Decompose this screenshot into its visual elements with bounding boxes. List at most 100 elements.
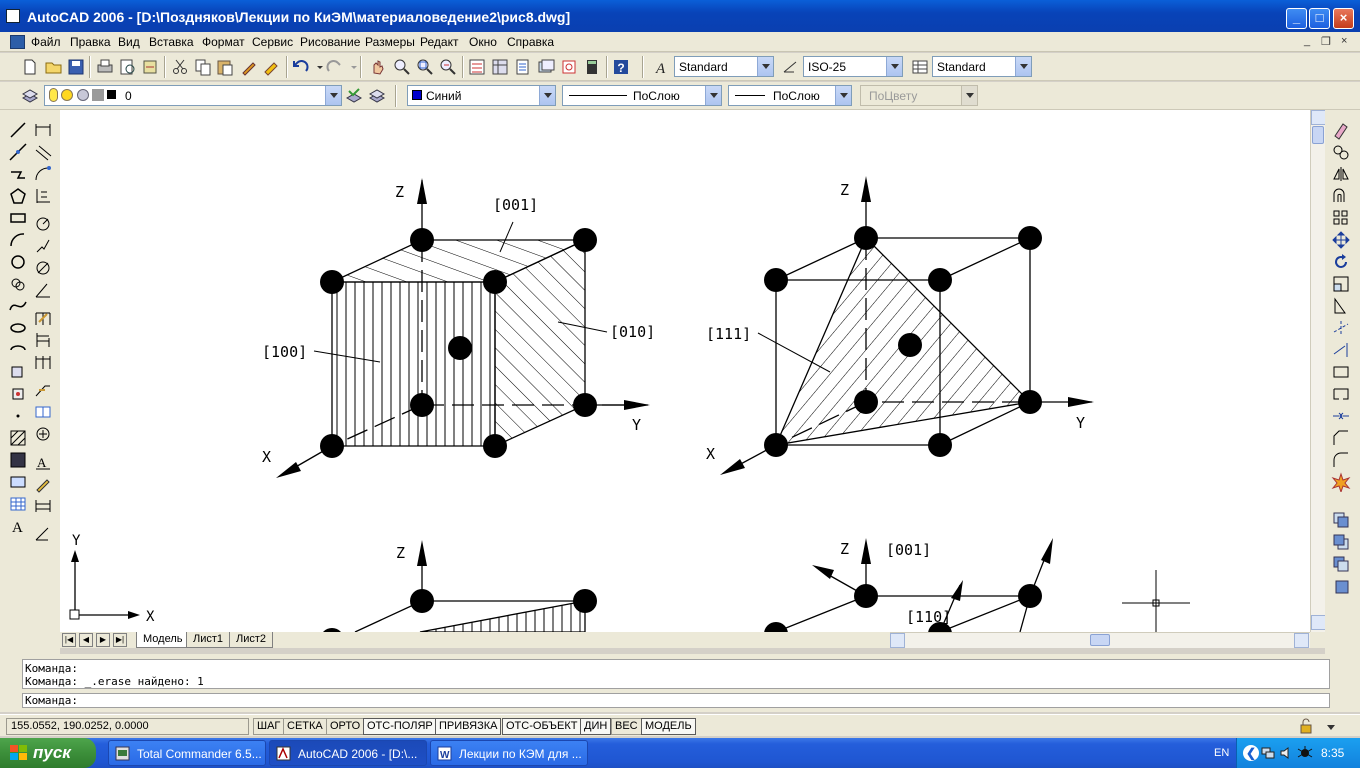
doc-close-button[interactable]: × xyxy=(1341,35,1347,47)
color-select[interactable]: Синий xyxy=(407,85,556,106)
first-tab-icon[interactable]: |◀ xyxy=(62,633,76,647)
zoom-previous-icon[interactable] xyxy=(438,57,458,77)
new-icon[interactable] xyxy=(20,57,40,77)
next-tab-icon[interactable]: ▶ xyxy=(96,633,110,647)
plot-icon[interactable] xyxy=(95,57,115,77)
tool-palettes-icon[interactable] xyxy=(513,57,533,77)
toggle-ortho[interactable]: ОРТО xyxy=(326,718,365,735)
redo-dropdown-icon[interactable] xyxy=(344,57,357,77)
doc-minimize-button[interactable]: _ xyxy=(1304,35,1310,47)
block-editor-icon[interactable] xyxy=(262,57,282,77)
toggle-snap[interactable]: ШАГ xyxy=(253,718,285,735)
save-icon[interactable] xyxy=(66,57,86,77)
arc-length-icon[interactable] xyxy=(33,164,55,184)
task-autocad[interactable]: AutoCAD 2006 - [D:\... xyxy=(269,740,427,766)
minimize-button[interactable]: _ xyxy=(1286,8,1307,29)
erase-icon[interactable] xyxy=(1331,120,1353,140)
start-button[interactable]: пуск xyxy=(0,738,96,768)
zoom-window-icon[interactable] xyxy=(415,57,435,77)
radius-dimension-icon[interactable] xyxy=(33,214,55,234)
copy-icon[interactable] xyxy=(193,57,213,77)
center-mark-icon[interactable] xyxy=(33,424,55,444)
dimension-edit-icon[interactable]: A xyxy=(33,452,55,472)
dimension-update-icon[interactable] xyxy=(33,496,55,516)
explode-icon[interactable] xyxy=(1331,472,1353,494)
diameter-dimension-icon[interactable] xyxy=(33,258,55,278)
menu-dimension[interactable]: Размеры xyxy=(365,35,415,49)
antivirus-spider-icon[interactable] xyxy=(1297,745,1313,761)
linear-dimension-icon[interactable] xyxy=(33,120,55,140)
make-block-icon[interactable] xyxy=(8,384,30,404)
toggle-osnap[interactable]: ПРИВЯЗКА xyxy=(435,718,502,735)
ellipse-arc-icon[interactable] xyxy=(8,340,30,360)
extend-icon[interactable] xyxy=(1331,340,1353,360)
break-at-point-icon[interactable] xyxy=(1331,362,1353,382)
aligned-dimension-icon[interactable] xyxy=(33,142,55,162)
line-icon[interactable] xyxy=(8,120,30,140)
continue-dimension-icon[interactable] xyxy=(33,352,55,372)
trim-icon[interactable] xyxy=(1331,318,1353,338)
region-icon[interactable] xyxy=(8,472,30,492)
construction-line-icon[interactable] xyxy=(8,142,30,162)
layer-manager-icon[interactable] xyxy=(20,86,40,106)
rectangle-icon[interactable] xyxy=(8,208,30,228)
task-word-lectures[interactable]: W Лекции по КЭМ для ... xyxy=(430,740,588,766)
draworder-under-icon[interactable] xyxy=(1331,576,1353,596)
toggle-model-space[interactable]: МОДЕЛЬ xyxy=(641,718,696,735)
menu-window[interactable]: Окно xyxy=(469,35,497,49)
status-menu-icon[interactable] xyxy=(1326,721,1336,731)
join-icon[interactable] xyxy=(1331,406,1353,426)
markup-icon[interactable] xyxy=(559,57,579,77)
autocad-app-icon[interactable] xyxy=(6,9,20,23)
sheet-set-icon[interactable] xyxy=(536,57,556,77)
menu-edit[interactable]: Правка xyxy=(70,35,111,49)
zoom-realtime-icon[interactable] xyxy=(392,57,412,77)
language-indicator[interactable]: EN xyxy=(1214,747,1229,759)
pan-icon[interactable] xyxy=(368,57,388,77)
polygon-icon[interactable] xyxy=(8,186,30,206)
draworder-above-icon[interactable] xyxy=(1331,554,1353,574)
match-properties-icon[interactable] xyxy=(239,57,259,77)
scale-icon[interactable] xyxy=(1331,274,1353,294)
stretch-icon[interactable] xyxy=(1331,296,1353,316)
move-icon[interactable] xyxy=(1331,230,1353,250)
tab-model[interactable]: Модель xyxy=(136,632,190,648)
menu-tools[interactable]: Сервис xyxy=(252,35,293,49)
vertical-scroll-thumb[interactable] xyxy=(1312,126,1324,144)
tray-expand-icon[interactable]: ❮ xyxy=(1243,745,1259,761)
open-icon[interactable] xyxy=(44,57,64,77)
offset-icon[interactable] xyxy=(1331,186,1353,206)
volume-icon[interactable] xyxy=(1279,746,1293,760)
properties-icon[interactable] xyxy=(467,57,487,77)
help-icon[interactable]: ? xyxy=(611,57,631,77)
menu-modify[interactable]: Редакт xyxy=(420,35,458,49)
menu-format[interactable]: Формат xyxy=(202,35,245,49)
table-style-select[interactable]: Standard xyxy=(932,56,1032,77)
redo-icon[interactable] xyxy=(324,57,344,77)
revision-cloud-icon[interactable] xyxy=(8,274,30,294)
hatch-icon[interactable] xyxy=(8,428,30,448)
menu-draw[interactable]: Рисование xyxy=(300,35,360,49)
layer-select[interactable]: 0 xyxy=(44,85,342,106)
clock[interactable]: 8:35 xyxy=(1321,746,1344,760)
scroll-up-icon[interactable] xyxy=(1311,110,1326,125)
drawing-horizontal-scrollbar[interactable] xyxy=(890,632,1310,648)
text-style-select[interactable]: Standard xyxy=(674,56,774,77)
jogged-dimension-icon[interactable] xyxy=(33,236,55,256)
circle-icon[interactable] xyxy=(8,252,30,272)
document-icon[interactable] xyxy=(10,35,25,49)
design-center-icon[interactable] xyxy=(490,57,510,77)
angular-dimension-icon[interactable] xyxy=(33,280,55,300)
scroll-left-icon[interactable] xyxy=(890,633,905,648)
command-input[interactable]: Команда: xyxy=(22,693,1330,708)
scroll-right-icon[interactable] xyxy=(1294,633,1309,648)
toggle-lineweight[interactable]: ВЕС xyxy=(611,718,642,735)
spline-icon[interactable] xyxy=(8,296,30,316)
tolerance-icon[interactable] xyxy=(33,402,55,422)
point-icon[interactable] xyxy=(8,406,30,426)
toggle-polar[interactable]: ОТС-ПОЛЯР xyxy=(363,718,437,735)
last-tab-icon[interactable]: ▶| xyxy=(113,633,127,647)
coordinates-readout[interactable]: 155.0552, 190.0252, 0.0000 xyxy=(6,718,249,735)
dim-style-icon[interactable] xyxy=(781,57,801,77)
scroll-down-icon[interactable] xyxy=(1311,615,1326,630)
